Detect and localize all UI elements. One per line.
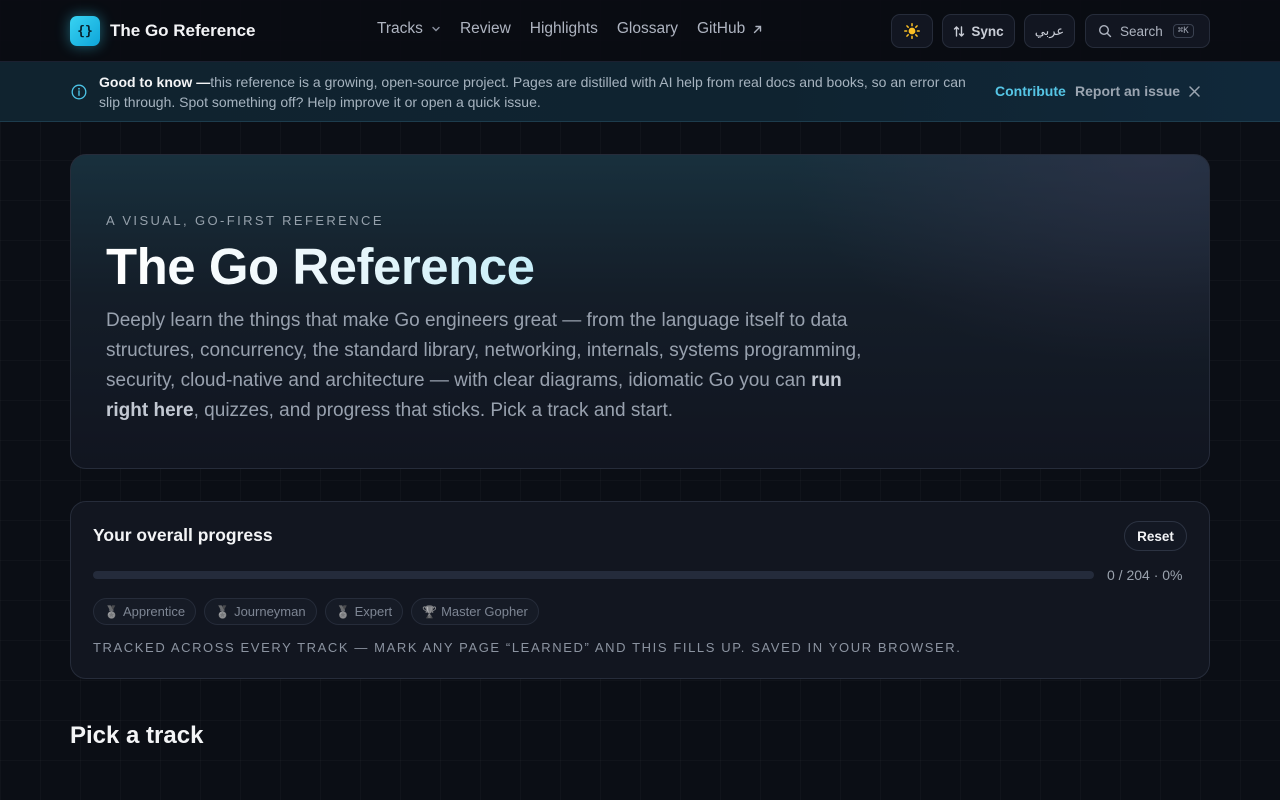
- nav-glossary-label: Glossary: [616, 20, 678, 37]
- hero-eyebrow: A VISUAL, GO-FIRST REFERENCE: [106, 213, 384, 228]
- info-icon: [71, 84, 87, 100]
- language-toggle-button[interactable]: عربي: [1024, 14, 1075, 48]
- progress-title: Your overall progress: [93, 525, 273, 545]
- badge-label: Journeyman: [234, 604, 306, 619]
- badge-master-gopher: 🏆 Master Gopher: [411, 598, 539, 625]
- notice-text: Good to know —this reference is a growin…: [99, 72, 979, 112]
- reset-button[interactable]: Reset: [1124, 521, 1187, 551]
- search-button[interactable]: Search ⌘K: [1085, 14, 1210, 48]
- nav-tracks[interactable]: Tracks: [377, 20, 441, 38]
- badge-label: Master Gopher: [441, 604, 528, 619]
- hero-description: Deeply learn the things that make Go eng…: [106, 306, 886, 426]
- medal-icon: 🏅: [104, 604, 119, 619]
- badge-label: Expert: [354, 604, 393, 619]
- nav-glossary[interactable]: Glossary: [617, 20, 678, 38]
- braces-logo-icon: {}: [70, 16, 100, 46]
- progress-bar: [93, 571, 1094, 579]
- nav-github[interactable]: GitHub: [697, 20, 763, 38]
- report-issue-link[interactable]: Report an issue: [1075, 83, 1180, 99]
- hero-desc-before: Deeply learn the things that make Go eng…: [106, 310, 862, 391]
- brand-name: The Go Reference: [110, 21, 256, 40]
- nav-github-label: GitHub: [696, 20, 746, 37]
- badge-label: Apprentice: [122, 604, 186, 619]
- main-nav: Tracks Review Highlights Glossary GitHub: [377, 20, 763, 38]
- nav-highlights-label: Highlights: [529, 20, 598, 37]
- progress-count: 0 / 204 · 0%: [1107, 567, 1183, 583]
- trophy-icon: 🏆: [422, 604, 438, 619]
- badge-journeyman: 🏅 Journeyman: [204, 598, 317, 625]
- badge-expert: 🏅 Expert: [324, 598, 404, 625]
- sync-button[interactable]: Sync: [942, 14, 1015, 48]
- medal-icon: 🏅: [215, 604, 231, 619]
- sun-icon: [904, 23, 920, 39]
- medal-icon: 🏅: [335, 604, 351, 619]
- nav-highlights[interactable]: Highlights: [530, 20, 598, 38]
- sync-label: Sync: [971, 23, 1004, 39]
- hero-desc-after: , quizzes, and progress that sticks. Pic…: [193, 400, 674, 421]
- notice-body: this reference is a growing, open-source…: [99, 74, 966, 110]
- close-icon[interactable]: [1188, 85, 1201, 98]
- external-arrow-icon: [754, 25, 762, 33]
- nav-tracks-label: Tracks: [377, 20, 423, 37]
- nav-review-label: Review: [459, 20, 511, 37]
- chevron-down-icon: [432, 26, 440, 32]
- search-icon: [1098, 24, 1112, 38]
- notice-lead: Good to know —: [99, 74, 211, 90]
- search-label: Search: [1120, 23, 1163, 39]
- nav-review[interactable]: Review: [460, 20, 511, 38]
- theme-toggle-button[interactable]: [891, 14, 933, 48]
- pick-track-heading: Pick a track: [70, 722, 204, 749]
- badge-list: 🏅 Apprentice 🏅 Journeyman 🏅 Expert 🏆 Master …: [93, 598, 539, 625]
- search-shortcut: ⌘K: [1172, 24, 1194, 38]
- sync-arrows-icon: [954, 25, 965, 37]
- progress-note: TRACKED ACROSS EVERY TRACK — MARK ANY PA…: [93, 640, 962, 655]
- brand-link[interactable]: {} The Go Reference: [70, 16, 256, 46]
- page-title: The Go Reference: [106, 238, 535, 295]
- top-header: {} The Go Reference Tracks Review Highli…: [0, 0, 1280, 62]
- contribute-link[interactable]: Contribute: [995, 83, 1066, 99]
- badge-apprentice: 🏅 Apprentice: [93, 598, 197, 625]
